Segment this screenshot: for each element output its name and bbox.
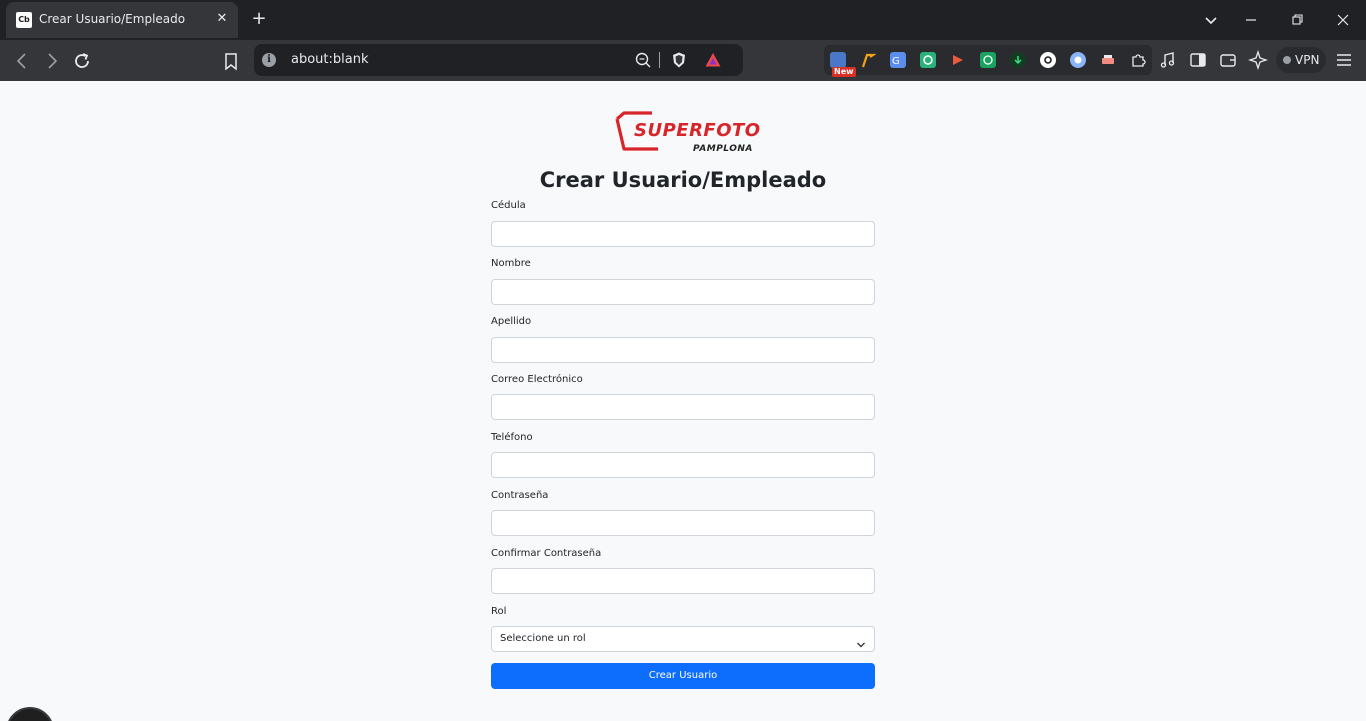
extension-printer-icon[interactable] xyxy=(1100,52,1116,68)
minimize-icon[interactable] xyxy=(1241,10,1261,30)
extension-new-icon[interactable]: New xyxy=(830,52,856,77)
close-window-icon[interactable] xyxy=(1333,10,1353,30)
tab-title: Crear Usuario/Empleado xyxy=(39,12,186,26)
site-info-icon[interactable]: i xyxy=(262,53,276,67)
logo-text: SUPERFOTO xyxy=(634,120,761,141)
nombre-input[interactable] xyxy=(491,279,875,305)
chevron-down-icon xyxy=(856,635,866,648)
tab-favicon-icon: Cb xyxy=(16,12,32,28)
apellido-label: Apellido xyxy=(491,316,532,327)
confirmar-contrasena-input[interactable] xyxy=(491,568,875,594)
extension-gear-icon[interactable] xyxy=(1040,52,1056,68)
rol-selected-value: Seleccione un rol xyxy=(500,633,586,644)
forward-icon[interactable] xyxy=(40,49,64,73)
extension-download-icon[interactable] xyxy=(1010,52,1026,68)
tab-search-chevron-icon[interactable] xyxy=(1201,10,1221,30)
extensions-puzzle-icon[interactable] xyxy=(1130,52,1146,68)
correo-input[interactable] xyxy=(491,394,875,420)
telefono-label: Teléfono xyxy=(491,432,533,443)
leo-ai-icon[interactable] xyxy=(1247,49,1269,71)
extension-badge: New xyxy=(832,67,856,77)
vpn-button[interactable]: VPN xyxy=(1276,47,1326,73)
apellido-input[interactable] xyxy=(491,337,875,363)
media-music-icon[interactable] xyxy=(1158,50,1178,70)
extension-sync-icon[interactable] xyxy=(920,52,936,68)
contrasena-input[interactable] xyxy=(491,510,875,536)
extension-translate-icon[interactable]: G xyxy=(890,52,906,68)
sidebar-toggle-icon[interactable] xyxy=(1188,50,1208,70)
bookmark-icon[interactable] xyxy=(220,49,242,73)
vpn-label: VPN xyxy=(1295,53,1320,67)
cedula-input[interactable] xyxy=(491,221,875,247)
avatar[interactable] xyxy=(6,707,54,721)
vpn-status-dot xyxy=(1283,56,1291,64)
omnibox-divider xyxy=(659,52,660,68)
zoom-icon[interactable] xyxy=(634,51,652,69)
hamburger-menu-icon[interactable] xyxy=(1335,50,1353,70)
cedula-label: Cédula xyxy=(491,200,526,211)
superfoto-logo: SUPERFOTO PAMPLONA xyxy=(614,111,760,157)
svg-text:G: G xyxy=(892,56,900,67)
extension-pen-icon[interactable] xyxy=(860,52,877,68)
extensions-bar: New G xyxy=(824,45,1152,77)
browser-tab[interactable]: Cb Crear Usuario/Empleado ✕ xyxy=(6,2,238,38)
logo-subtext: PAMPLONA xyxy=(693,144,753,154)
new-tab-button[interactable]: + xyxy=(248,8,270,30)
back-icon[interactable] xyxy=(10,49,34,73)
restore-icon[interactable] xyxy=(1287,10,1307,30)
reload-icon[interactable] xyxy=(70,49,94,73)
tab-close-icon[interactable]: ✕ xyxy=(213,10,231,28)
rol-select[interactable]: Seleccione un rol xyxy=(491,626,875,652)
wallet-icon[interactable] xyxy=(1218,50,1238,70)
extension-lens-icon[interactable] xyxy=(1070,52,1086,68)
confirmar-contrasena-label: Confirmar Contraseña xyxy=(491,548,602,559)
nombre-label: Nombre xyxy=(491,258,531,269)
correo-label: Correo Electrónico xyxy=(491,374,583,385)
browser-titlebar: Cb Crear Usuario/Empleado ✕ + xyxy=(0,0,1366,40)
telefono-input[interactable] xyxy=(491,452,875,478)
url-text[interactable]: about:blank xyxy=(291,52,369,67)
address-bar[interactable]: i about:blank xyxy=(254,44,743,76)
crear-usuario-button[interactable]: Crear Usuario xyxy=(491,663,875,689)
rol-label: Rol xyxy=(491,606,507,617)
brave-shields-icon[interactable] xyxy=(670,51,688,69)
extension-chatgpt-icon[interactable] xyxy=(980,52,996,68)
brave-rewards-icon[interactable] xyxy=(704,51,722,69)
page-title: Crear Usuario/Empleado xyxy=(539,168,827,192)
extension-flag-icon[interactable] xyxy=(950,52,966,68)
browser-toolbar: i about:blank New G VPN xyxy=(0,40,1366,81)
contrasena-label: Contraseña xyxy=(491,490,549,501)
